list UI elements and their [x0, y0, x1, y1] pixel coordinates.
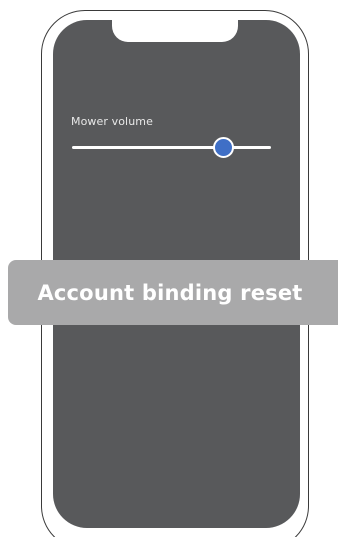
- toast-notification: Account binding reset: [8, 260, 338, 325]
- app-stage: Mower volume Account binding reset: [0, 0, 338, 537]
- phone-notch: [112, 17, 238, 42]
- toast-message: Account binding reset: [37, 280, 303, 305]
- mower-volume-label: Mower volume: [71, 115, 153, 128]
- mower-volume-slider[interactable]: [72, 137, 271, 158]
